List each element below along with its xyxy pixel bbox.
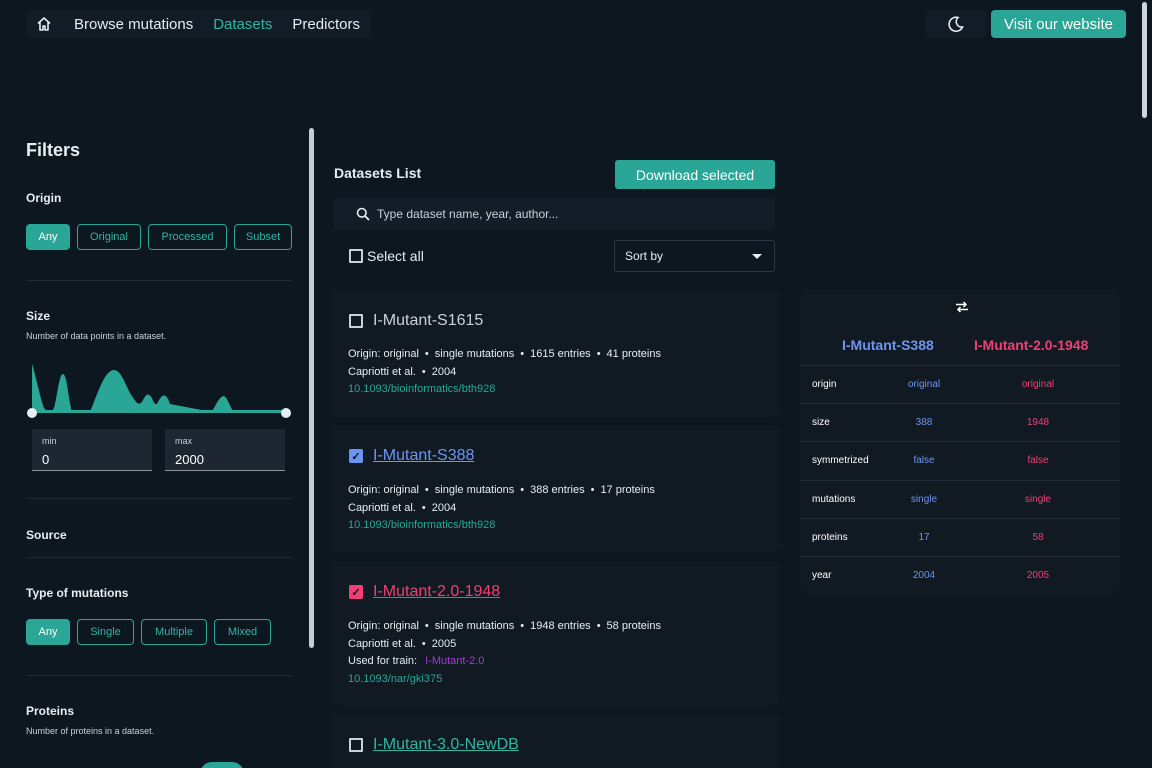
dataset-checkbox[interactable] bbox=[349, 314, 363, 328]
dataset-used-for-train: Used for train: I-Mutant-2.0 bbox=[348, 655, 485, 667]
dataset-card: ✓ I-Mutant-S388 Origin: original • single … bbox=[331, 425, 780, 552]
size-slider-min-handle[interactable] bbox=[27, 408, 37, 418]
sidebar-scrollbar[interactable] bbox=[309, 128, 314, 648]
size-min-label: min bbox=[42, 436, 57, 446]
page-scrollbar[interactable] bbox=[1142, 2, 1147, 118]
sort-by-label: Sort by bbox=[625, 249, 664, 263]
dataset-authors: Capriotti et al. • 2004 bbox=[348, 366, 457, 378]
divider bbox=[26, 675, 292, 676]
size-histogram bbox=[32, 364, 286, 413]
divider bbox=[26, 557, 292, 558]
search-icon bbox=[356, 207, 370, 221]
dataset-checkbox-checked[interactable]: ✓ bbox=[349, 449, 363, 463]
origin-title: Origin bbox=[26, 191, 62, 205]
caret-down-icon bbox=[752, 253, 762, 259]
origin-subset-chip[interactable]: Subset bbox=[234, 224, 292, 250]
compare-right-name: I-Mutant-2.0-1948 bbox=[974, 337, 1089, 353]
divider bbox=[26, 280, 292, 281]
proteins-subtitle: Number of proteins in a dataset. bbox=[26, 726, 155, 736]
type-multiple-chip[interactable]: Multiple bbox=[141, 619, 207, 645]
dataset-card: ✓ I-Mutant-2.0-1948 Origin: original • sin… bbox=[331, 561, 780, 706]
select-all-checkbox[interactable]: Select all bbox=[349, 248, 424, 264]
dataset-authors: Capriotti et al. • 2005 bbox=[348, 638, 457, 650]
size-slider-track bbox=[32, 410, 286, 413]
size-subtitle: Number of data points in a dataset. bbox=[26, 331, 167, 341]
dataset-name[interactable]: I-Mutant-S388 bbox=[373, 447, 474, 465]
top-nav: Browse mutations Datasets Predictors bbox=[26, 10, 371, 38]
dataset-doi-link[interactable]: 10.1093/bioinformatics/bth928 bbox=[348, 519, 495, 531]
size-max-value: 2000 bbox=[175, 452, 204, 467]
dataset-authors: Capriotti et al. • 2004 bbox=[348, 502, 457, 514]
sort-by-select[interactable]: Sort by bbox=[614, 240, 775, 272]
dataset-checkbox-checked[interactable]: ✓ bbox=[349, 585, 363, 599]
download-selected-button[interactable]: Download selected bbox=[615, 160, 775, 189]
proteins-histogram-peak bbox=[200, 762, 244, 768]
moon-icon bbox=[948, 16, 964, 33]
type-single-chip[interactable]: Single bbox=[77, 619, 134, 645]
comparison-panel: I-Mutant-S388 I-Mutant-2.0-1948 origin or… bbox=[800, 289, 1120, 594]
compare-row: origin original original bbox=[800, 365, 1120, 403]
select-all-label: Select all bbox=[367, 248, 424, 264]
size-min-field[interactable]: min 0 bbox=[32, 429, 152, 471]
compare-row: year 2004 2005 bbox=[800, 556, 1120, 594]
dataset-name[interactable]: I-Mutant-3.0-NewDB bbox=[373, 736, 519, 754]
origin-processed-chip[interactable]: Processed bbox=[148, 224, 227, 250]
origin-original-chip[interactable]: Original bbox=[77, 224, 141, 250]
origin-any-chip[interactable]: Any bbox=[26, 224, 70, 250]
compare-row: symmetrized false false bbox=[800, 441, 1120, 479]
dataset-card: I-Mutant-3.0-NewDB bbox=[331, 714, 780, 768]
visit-website-button[interactable]: Visit our website bbox=[991, 10, 1126, 38]
dataset-card: I-Mutant-S1615 Origin: original • single m… bbox=[331, 290, 780, 417]
theme-toggle-button[interactable] bbox=[926, 10, 986, 38]
datasets-list-title: Datasets List bbox=[334, 165, 422, 181]
dataset-meta: Origin: original • single mutations • 1948 e… bbox=[348, 620, 661, 632]
size-title: Size bbox=[26, 309, 51, 323]
source-title[interactable]: Source bbox=[26, 528, 67, 542]
size-slider-max-handle[interactable] bbox=[281, 408, 291, 418]
compare-left-name: I-Mutant-S388 bbox=[842, 337, 934, 353]
search-placeholder: Type dataset name, year, author... bbox=[377, 207, 559, 221]
dataset-meta: Origin: original • single mutations • 388 en… bbox=[348, 484, 655, 496]
nav-browse-mutations[interactable]: Browse mutations bbox=[74, 16, 193, 33]
compare-row: proteins 17 58 bbox=[800, 518, 1120, 556]
compare-row: mutations single single bbox=[800, 480, 1120, 518]
dataset-name[interactable]: I-Mutant-2.0-1948 bbox=[373, 583, 500, 601]
dataset-name[interactable]: I-Mutant-S1615 bbox=[373, 312, 483, 330]
filters-title: Filters bbox=[26, 140, 81, 160]
dataset-search-input[interactable]: Type dataset name, year, author... bbox=[334, 198, 775, 230]
checkbox-icon bbox=[349, 249, 363, 263]
dataset-doi-link[interactable]: 10.1093/nar/gki375 bbox=[348, 673, 442, 685]
train-predictor-link[interactable]: I-Mutant-2.0 bbox=[425, 655, 484, 667]
nav-predictors[interactable]: Predictors bbox=[292, 16, 360, 33]
dataset-meta: Origin: original • single mutations • 1615 e… bbox=[348, 348, 661, 360]
nav-datasets[interactable]: Datasets bbox=[213, 16, 272, 33]
type-mixed-chip[interactable]: Mixed bbox=[214, 619, 271, 645]
dataset-doi-link[interactable]: 10.1093/bioinformatics/bth928 bbox=[348, 383, 495, 395]
swap-icon[interactable] bbox=[955, 300, 969, 314]
dataset-checkbox[interactable] bbox=[349, 738, 363, 752]
compare-row: size 388 1948 bbox=[800, 403, 1120, 441]
type-of-mutations-title: Type of mutations bbox=[26, 586, 129, 600]
proteins-title: Proteins bbox=[26, 704, 75, 718]
divider bbox=[26, 498, 292, 499]
size-max-field[interactable]: max 2000 bbox=[165, 429, 285, 471]
size-min-value: 0 bbox=[42, 452, 50, 467]
size-max-label: max bbox=[175, 436, 193, 446]
home-icon[interactable] bbox=[26, 10, 62, 38]
type-any-chip[interactable]: Any bbox=[26, 619, 70, 645]
